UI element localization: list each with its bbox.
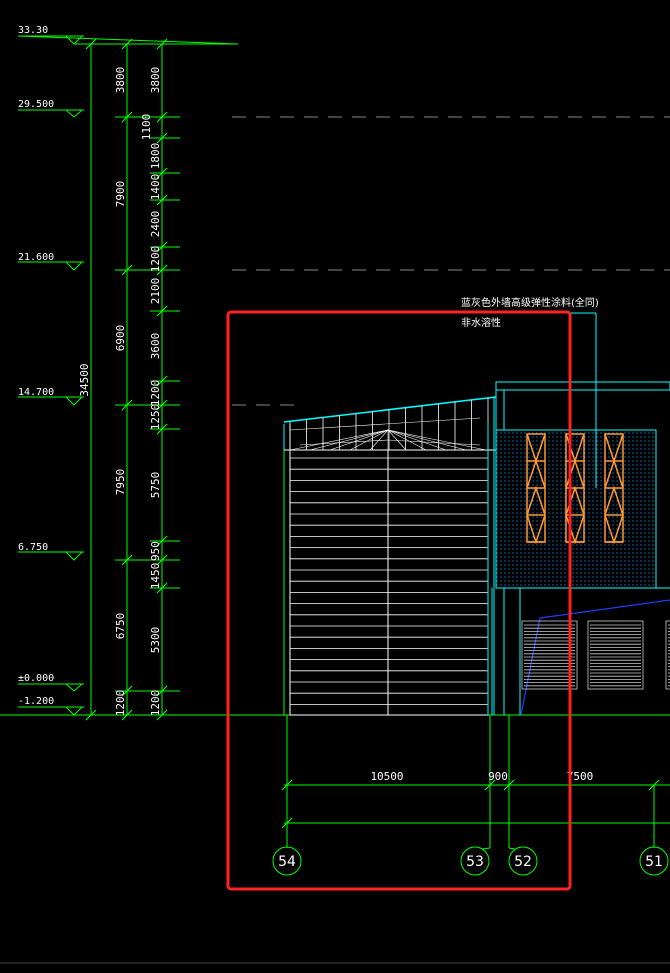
roller-door: [587, 620, 644, 690]
dimension-text: 900: [488, 770, 508, 783]
axis-label: 54: [278, 854, 296, 870]
highlight-box: [226, 310, 572, 891]
horizontal-dimension-lines: [281, 715, 670, 848]
material-note-line2: 非水溶性: [461, 316, 501, 329]
dimension-text: 5300: [149, 627, 162, 654]
dimension-text: 5750: [149, 472, 162, 499]
level-label: 21.600: [18, 252, 54, 263]
axis-label: 52: [514, 854, 532, 870]
glass-curtain-wall: [495, 429, 657, 589]
roller-door: [665, 620, 670, 690]
reference-lines: [232, 116, 670, 406]
level-label: 6.750: [18, 542, 48, 553]
axis-bubble-51: 51: [639, 846, 669, 876]
dimension-text: 3800: [114, 67, 127, 94]
dimension-text: 2400: [149, 211, 162, 238]
axis-bubble-52: 52: [508, 846, 538, 876]
total-height-dimension: 34500: [78, 363, 91, 396]
dimension-text: 1250: [149, 404, 162, 431]
axis-bubble-54: 54: [272, 846, 302, 876]
vertical-dimension-lines: [85, 38, 180, 721]
material-note-line1: 蓝灰色外墙高级弹性涂料(全同): [461, 296, 599, 309]
louver-facade: [283, 396, 497, 716]
dimension-text: 7900: [114, 181, 127, 208]
dimension-text: 1200: [149, 246, 162, 273]
roller-doors: [521, 620, 670, 690]
dimension-text: 2100: [149, 278, 162, 305]
dimension-text: 1200: [149, 380, 162, 407]
axis-bubble-53: 53: [460, 846, 491, 876]
dimension-text: 6900: [114, 325, 127, 352]
dimension-text: 1200: [149, 690, 162, 717]
level-label: 14.700: [18, 387, 54, 398]
dimension-text: 1100: [140, 114, 153, 141]
level-label: -1.200: [18, 696, 54, 707]
dimension-text: 1400: [149, 174, 162, 201]
dimension-text: 3600: [149, 333, 162, 360]
dimension-text: 950: [149, 541, 162, 561]
level-label: ±0.000: [18, 673, 54, 684]
dimension-text: 1450: [149, 563, 162, 590]
dimension-text: 1800: [149, 143, 162, 170]
dimension-text: 10500: [370, 770, 403, 783]
dimension-text: 3800: [149, 67, 162, 94]
dimension-text: 1200: [114, 690, 127, 717]
level-label: 33.30: [18, 25, 48, 36]
axis-label: 53: [466, 854, 484, 870]
level-markers: [17, 35, 239, 716]
axis-label: 51: [645, 854, 663, 870]
dimension-text: 7950: [114, 469, 127, 496]
dimension-text: 6750: [114, 613, 127, 640]
elevation-drawing: 33.30 29.500 21.600 14.700 6.750 ±0.000 …: [0, 25, 670, 964]
level-label: 29.500: [18, 99, 54, 110]
